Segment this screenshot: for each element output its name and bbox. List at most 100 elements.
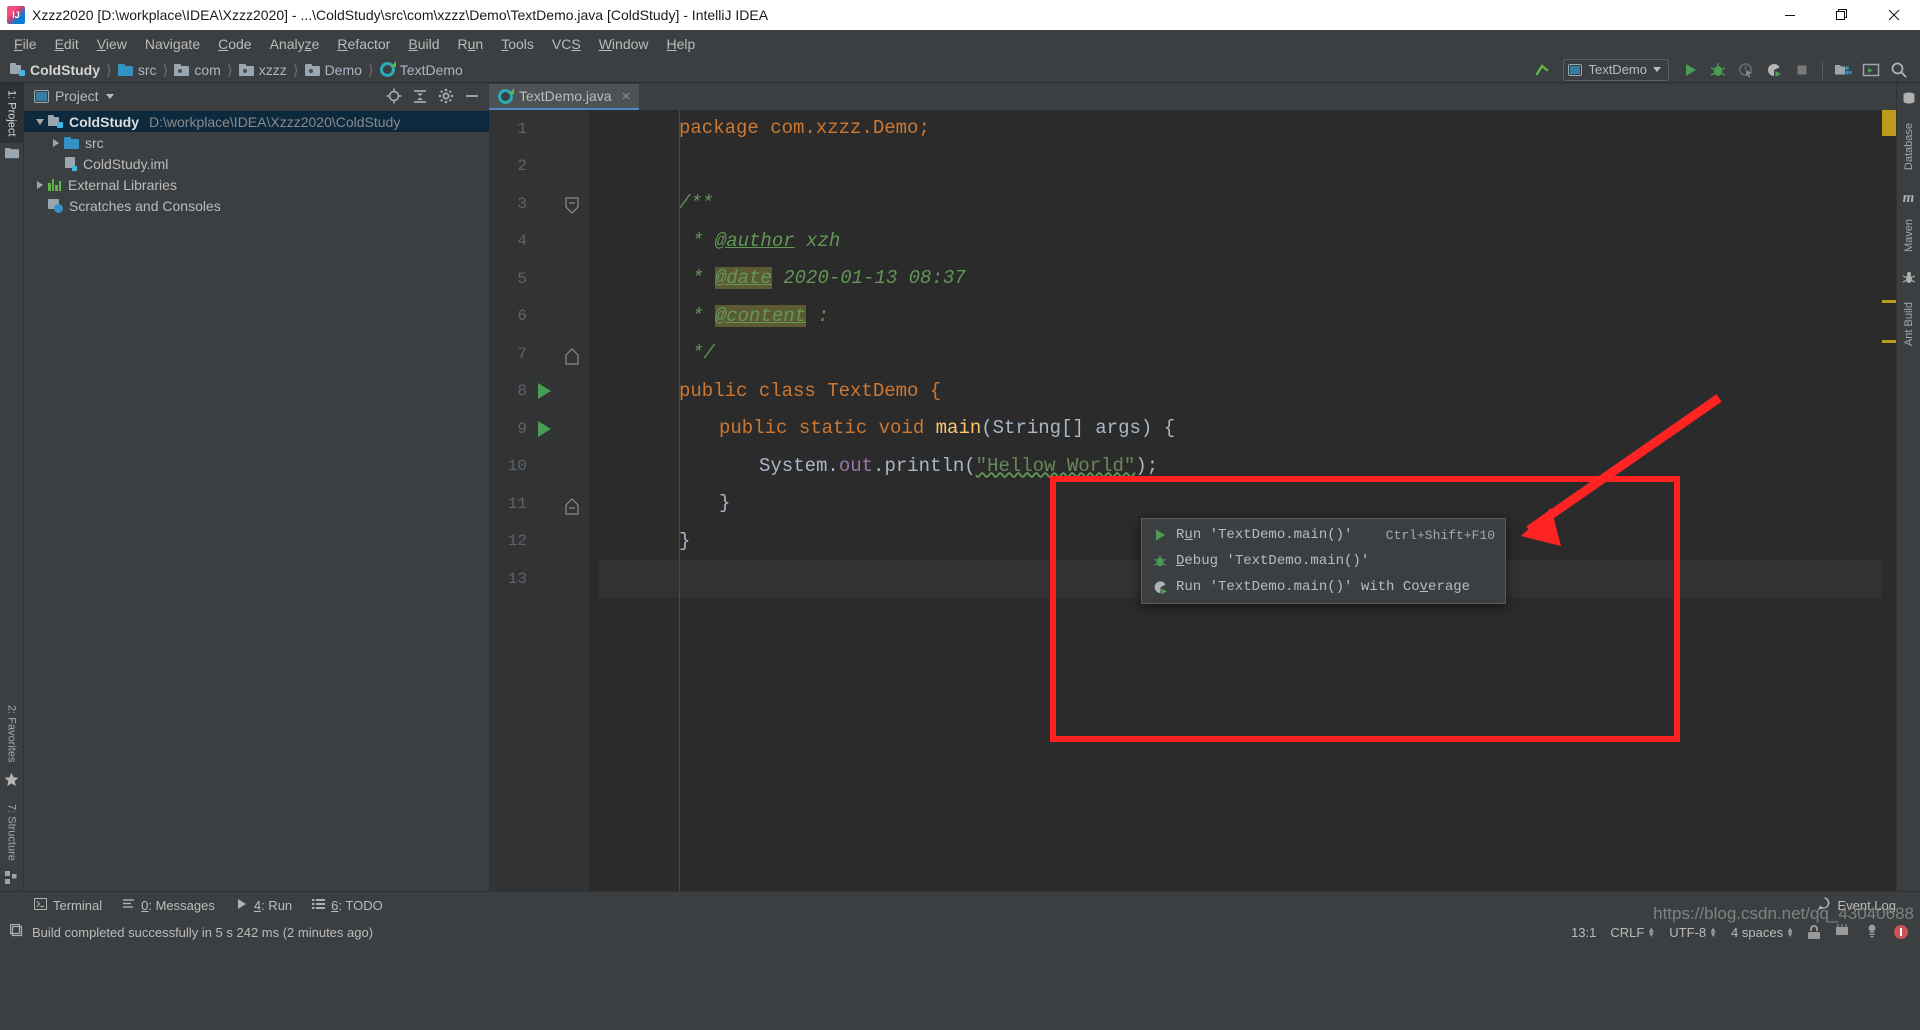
run-gutter-icon[interactable] [538, 383, 551, 400]
select-opened-file-button[interactable] [383, 86, 405, 106]
menu-vcs[interactable]: VCS [543, 33, 590, 55]
code-editor[interactable]: package com.xzzz.Demo; /** * @author xzh… [589, 110, 1882, 891]
breadcrumb-item-textdemo[interactable]: TextDemo [379, 61, 463, 78]
chevron-down-icon[interactable] [105, 93, 114, 99]
sidebar-item-database[interactable]: Database [1899, 116, 1919, 177]
breadcrumb-item-src[interactable]: src [117, 62, 157, 78]
menu-tools[interactable]: Tools [492, 33, 543, 55]
run-with-coverage-button[interactable] [1733, 59, 1759, 81]
twisty-expanded-icon[interactable] [32, 118, 48, 125]
todo-icon [312, 898, 326, 913]
warning-marker[interactable] [1882, 110, 1896, 136]
menu-navigate[interactable]: Navigate [136, 33, 209, 55]
twisty-collapsed-icon[interactable] [32, 180, 48, 189]
bottom-bar-right: Event Log [1808, 894, 1920, 916]
messages-icon [122, 898, 135, 913]
editor-marker-strip[interactable] [1882, 110, 1896, 891]
code-line-6[interactable]: * @content : [599, 298, 1882, 336]
close-icon[interactable]: × [622, 88, 631, 105]
memory-indicator[interactable] [1834, 923, 1850, 941]
editor-gutter[interactable]: 1 2 3 4 5 6 7 8 9 10 11 12 13 [489, 110, 589, 891]
editor-body[interactable]: 1 2 3 4 5 6 7 8 9 10 11 12 13 package co… [489, 110, 1896, 891]
code-line-10[interactable]: System.out.println("Hellow World"); [599, 448, 1882, 486]
tab-textdemo-java[interactable]: TextDemo.java × [489, 84, 640, 110]
code-line-4[interactable]: * @author xzh [599, 223, 1882, 261]
tree-item-coldstudy-iml[interactable]: ColdStudy.iml [24, 153, 489, 174]
breadcrumb-item-com[interactable]: com [174, 62, 221, 78]
code-line-2[interactable] [599, 148, 1882, 186]
fold-end-icon[interactable] [565, 347, 579, 365]
stop-button[interactable] [1789, 59, 1815, 81]
menu-help[interactable]: Help [658, 33, 705, 55]
inspections-icon[interactable] [1864, 923, 1880, 941]
package-icon [304, 63, 320, 76]
menu-run[interactable]: Run [449, 33, 493, 55]
status-message[interactable]: Build completed successfully in 5 s 242 … [32, 925, 373, 940]
menu-refactor[interactable]: Refactor [328, 33, 399, 55]
lock-icon[interactable] [1808, 925, 1820, 939]
event-log-button[interactable]: Event Log [1808, 894, 1906, 916]
sidebar-item-structure[interactable]: 7: Structure [0, 797, 23, 868]
close-button[interactable] [1868, 0, 1920, 30]
code-line-5[interactable]: * @date 2020-01-13 08:37 [599, 260, 1882, 298]
code-line-8[interactable]: public class TextDemo { [599, 373, 1882, 411]
bottom-item-terminal[interactable]: Terminal [24, 895, 112, 916]
run-configuration-selector[interactable]: TextDemo [1563, 58, 1669, 81]
twisty-collapsed-icon[interactable] [48, 138, 64, 147]
run-gutter-icon[interactable] [538, 420, 551, 437]
code-line-11[interactable]: } [599, 485, 1882, 523]
context-menu-item-run[interactable]: Run 'TextDemo.main()' Ctrl+Shift+F10 [1142, 522, 1505, 548]
code-line-7[interactable]: */ [599, 335, 1882, 373]
search-everywhere-button[interactable] [1886, 59, 1912, 81]
sidebar-item-ant-build[interactable]: Ant Build [1899, 295, 1919, 353]
sidebar-item-favorites[interactable]: 2: Favorites [0, 698, 23, 769]
debug-button[interactable] [1705, 59, 1731, 81]
tree-item-external-libraries[interactable]: External Libraries [24, 174, 489, 195]
sidebar-item-project[interactable]: 1: Project [0, 83, 23, 144]
tree-item-scratches-and-consoles[interactable]: Scratches and Consoles [24, 195, 489, 216]
chevron-updown-icon: ▲ ▼ [1709, 925, 1718, 939]
bottom-item-run[interactable]: 4: Run [225, 895, 302, 916]
code-line-9[interactable]: public static void main(String[] args) { [599, 410, 1882, 448]
context-menu-item-run-with-coverage[interactable]: Run 'TextDemo.main()' with Coverage [1142, 574, 1505, 600]
code-line-3[interactable]: /** [599, 185, 1882, 223]
line-number: 12 [507, 532, 527, 551]
context-menu-item-debug[interactable]: Debug 'TextDemo.main()' [1142, 548, 1505, 574]
menu-view[interactable]: View [88, 33, 136, 55]
warning-marker[interactable] [1882, 340, 1896, 343]
sidebar-item-maven[interactable]: Maven [1899, 212, 1919, 259]
breadcrumb-item-demo[interactable]: Demo [304, 62, 362, 78]
bottom-item-todo[interactable]: 6: TODO [302, 895, 393, 916]
error-notification-icon[interactable] [1894, 925, 1908, 939]
bottom-item-messages[interactable]: 0: Messages [112, 895, 225, 916]
menu-file[interactable]: File [5, 33, 46, 55]
fold-start-icon[interactable] [565, 197, 579, 214]
collapse-all-button[interactable] [409, 86, 431, 106]
tree-item-coldstudy[interactable]: ColdStudy D:\workplace\IDEA\Xzzz2020\Col… [24, 111, 489, 132]
menu-build[interactable]: Build [399, 33, 448, 55]
terminal-button[interactable] [1858, 59, 1884, 81]
chevron-updown-icon: ▲ ▼ [1786, 925, 1794, 939]
run-button[interactable] [1677, 59, 1703, 81]
fold-end-icon[interactable] [565, 497, 579, 515]
code-line-1[interactable]: package com.xzzz.Demo; [599, 110, 1882, 148]
gear-icon[interactable] [435, 86, 457, 106]
warning-marker[interactable] [1882, 300, 1896, 303]
menu-window[interactable]: Window [590, 33, 658, 55]
project-structure-button[interactable] [1830, 59, 1856, 81]
menu-edit[interactable]: Edit [46, 33, 88, 55]
hide-panel-button[interactable] [461, 86, 483, 106]
menu-code[interactable]: Code [209, 33, 260, 55]
encoding-selector[interactable]: UTF-8 ▲ ▼ [1669, 925, 1717, 940]
tree-item-src[interactable]: src [24, 132, 489, 153]
line-separator-selector[interactable]: CRLF ▲ ▼ [1610, 925, 1655, 940]
breadcrumb-item-coldstudy[interactable]: ColdStudy [10, 62, 100, 78]
caret-position[interactable]: 13:1 [1571, 925, 1596, 940]
indent-selector[interactable]: 4 spaces ▲ ▼ [1731, 925, 1794, 940]
breadcrumb-item-xzzz[interactable]: xzzz [238, 62, 287, 78]
restore-button[interactable] [1816, 0, 1868, 30]
menu-analyze[interactable]: Analyze [261, 33, 329, 55]
make-project-button[interactable] [1529, 59, 1555, 81]
run-with-profiler-button[interactable] [1761, 59, 1787, 81]
minimize-button[interactable] [1764, 0, 1816, 30]
